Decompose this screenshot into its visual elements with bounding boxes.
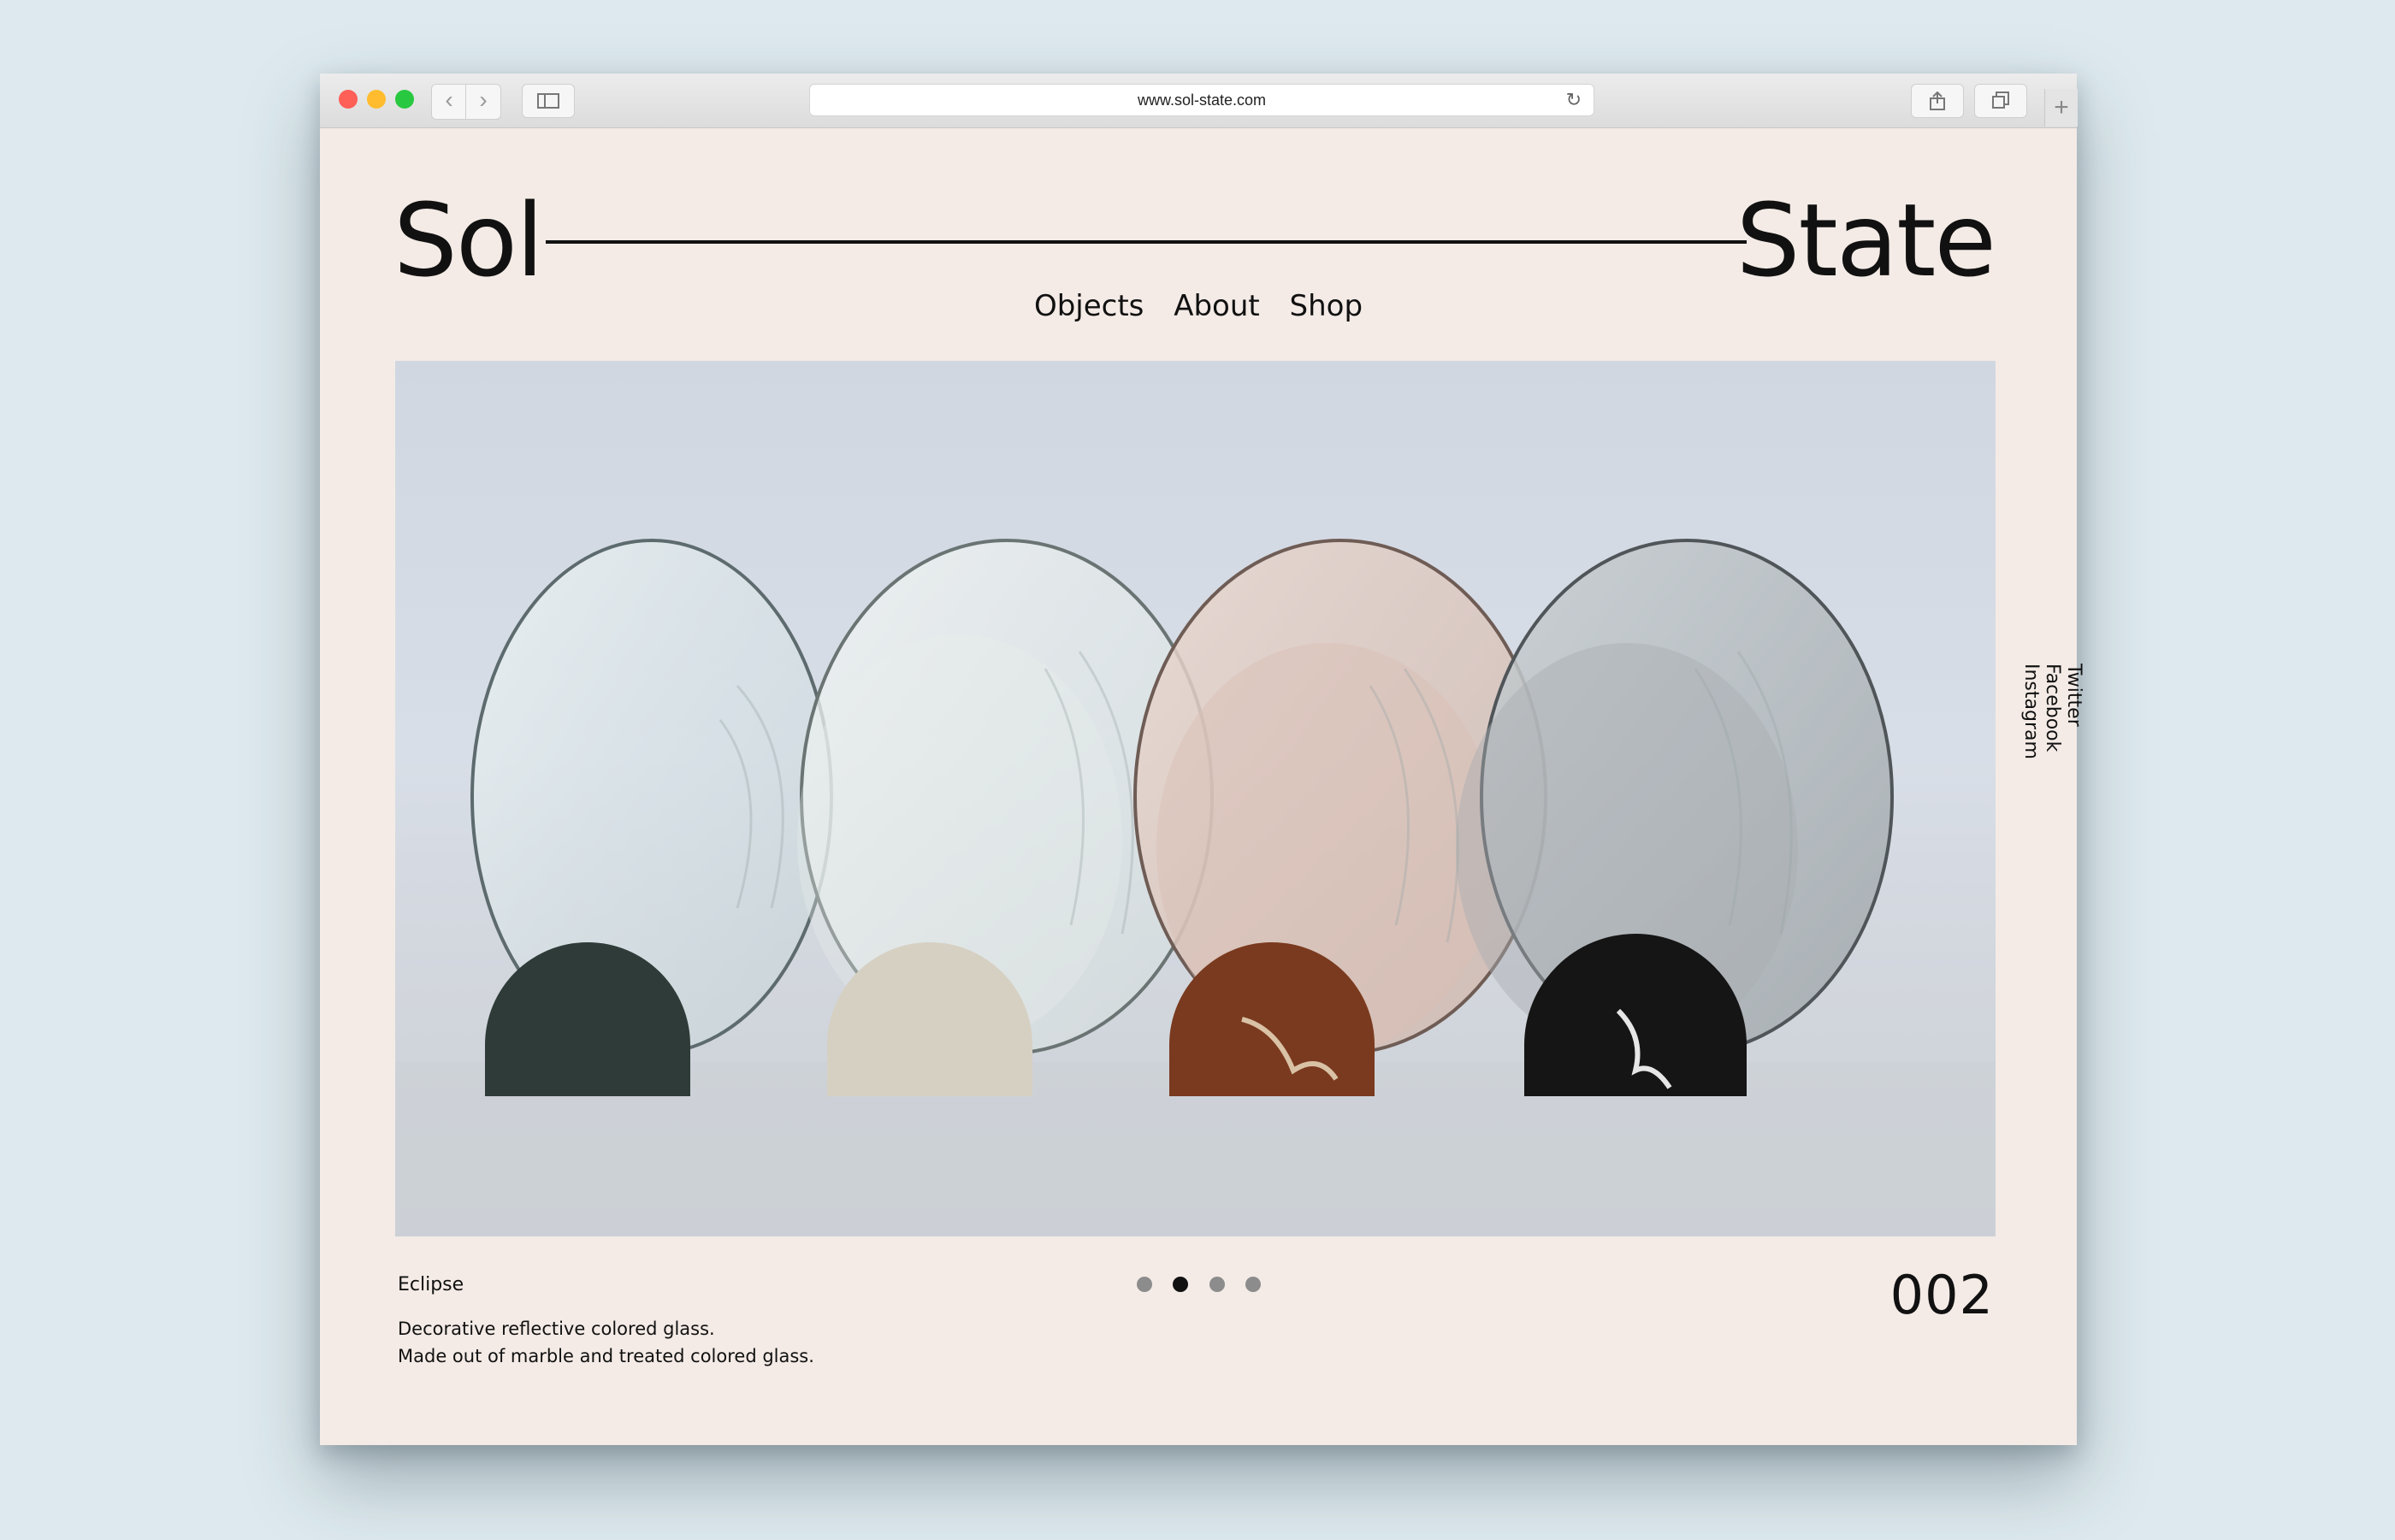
brand-divider-line bbox=[546, 240, 1747, 244]
address-bar[interactable]: www.sol-state.com ↻ bbox=[809, 84, 1594, 116]
slider-dot[interactable] bbox=[1209, 1277, 1225, 1292]
browser-toolbar: ‹ › www.sol-state.com ↻ + bbox=[320, 74, 2078, 128]
social-link-facebook[interactable]: Facebook bbox=[2042, 664, 2063, 759]
product-description-line: Decorative reflective colored glass. bbox=[398, 1319, 715, 1339]
social-link-instagram[interactable]: Instagram bbox=[2020, 664, 2042, 759]
back-button[interactable]: ‹ bbox=[431, 84, 467, 120]
tabs-icon bbox=[1992, 91, 2009, 109]
social-link-twitter[interactable]: Twitter bbox=[2063, 664, 2085, 759]
slider-dot[interactable] bbox=[1245, 1277, 1262, 1292]
sidebar-icon bbox=[537, 93, 559, 109]
tab-overview-button[interactable] bbox=[1974, 84, 2027, 118]
brand-logo-left[interactable]: Sol bbox=[393, 185, 544, 296]
hero-product-image bbox=[395, 361, 1996, 1236]
slider-dot-active[interactable] bbox=[1173, 1277, 1189, 1292]
social-links: Twitter Facebook Instagram bbox=[2020, 664, 2085, 783]
url-text: www.sol-state.com bbox=[1137, 91, 1267, 109]
plus-icon: + bbox=[2054, 93, 2069, 121]
nav-item-objects[interactable]: Objects bbox=[1034, 289, 1144, 323]
browser-window: ‹ › www.sol-state.com ↻ + Sol State Obje… bbox=[320, 74, 2085, 1445]
forward-button[interactable]: › bbox=[465, 84, 501, 120]
slide-counter: 002 bbox=[1889, 1264, 1994, 1326]
slider-dot[interactable] bbox=[1137, 1277, 1152, 1292]
chevron-left-icon: ‹ bbox=[445, 86, 453, 113]
nav-item-about[interactable]: About bbox=[1174, 289, 1260, 323]
chevron-right-icon: › bbox=[479, 86, 488, 113]
nav-item-shop[interactable]: Shop bbox=[1290, 289, 1363, 323]
share-button[interactable] bbox=[1911, 84, 1964, 118]
brand-logo-right[interactable]: State bbox=[1736, 185, 1996, 296]
product-description: Decorative reflective colored glass. Mad… bbox=[398, 1315, 814, 1370]
close-window-button[interactable] bbox=[339, 90, 358, 109]
reload-icon[interactable]: ↻ bbox=[1566, 91, 1582, 109]
slider-pagination bbox=[1137, 1277, 1278, 1296]
product-title: Eclipse bbox=[398, 1274, 464, 1295]
new-tab-button[interactable]: + bbox=[2044, 89, 2078, 127]
product-description-line: Made out of marble and treated colored g… bbox=[398, 1346, 814, 1366]
main-nav: Objects About Shop bbox=[320, 289, 2077, 323]
sidebar-toggle-button[interactable] bbox=[522, 84, 575, 118]
zoom-window-button[interactable] bbox=[395, 90, 414, 109]
share-icon bbox=[1930, 91, 1945, 110]
minimize-window-button[interactable] bbox=[367, 90, 386, 109]
